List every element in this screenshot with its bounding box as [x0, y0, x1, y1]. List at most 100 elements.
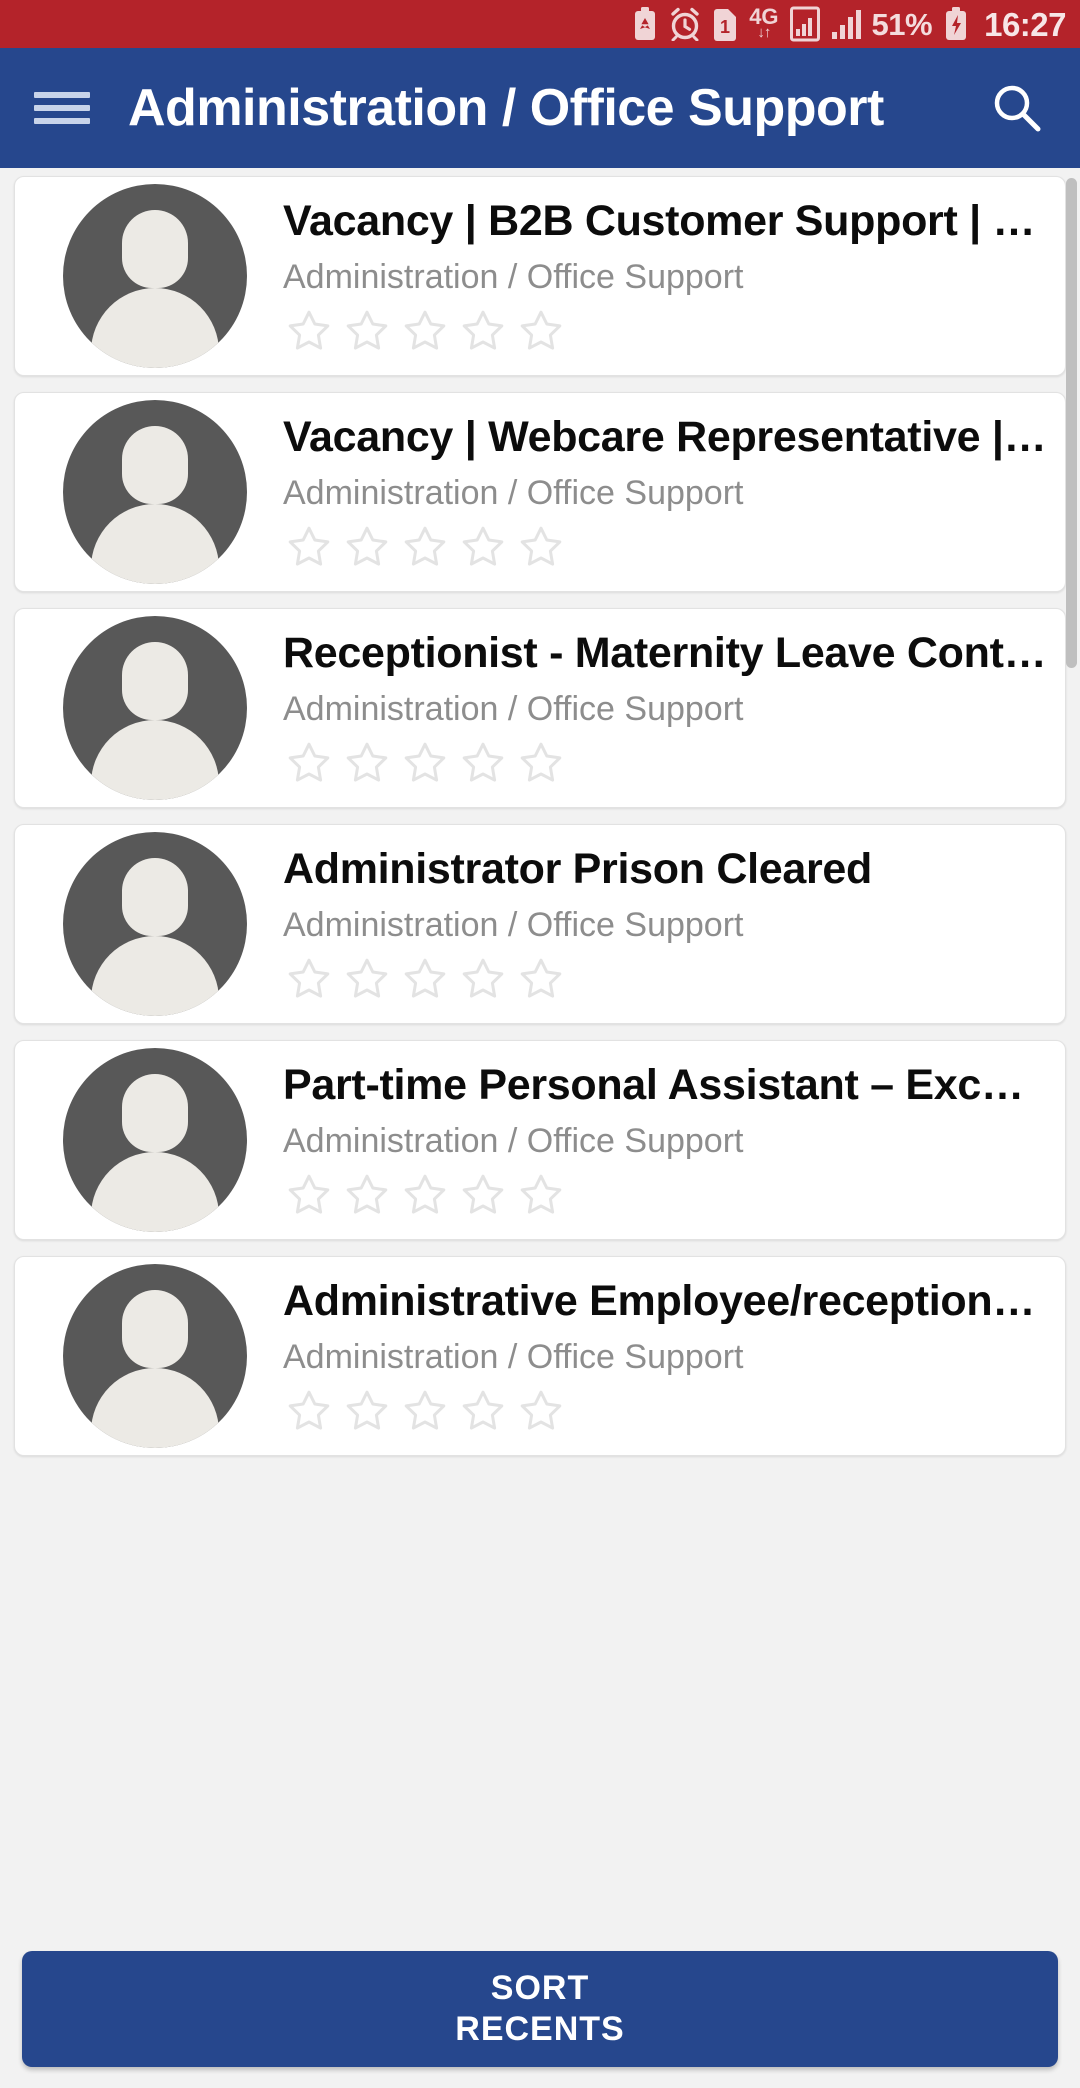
hamburger-bar-3: [34, 118, 90, 124]
rating-star[interactable]: [285, 523, 333, 571]
avatar-head: [122, 426, 188, 504]
bottom-bar: SORT RECENTS: [0, 1930, 1080, 2088]
rating-star[interactable]: [285, 739, 333, 787]
job-category: Administration / Office Support: [283, 258, 744, 297]
sim-card-1-icon: 1: [712, 7, 738, 41]
hamburger-menu-icon[interactable]: [34, 86, 90, 130]
rating-star[interactable]: [459, 307, 507, 355]
job-list-item[interactable]: Vacancy | Webcare Representative |… Admin…: [14, 392, 1066, 592]
job-category: Administration / Office Support: [283, 1338, 744, 1377]
job-list-item[interactable]: Receptionist - Maternity Leave Contr… Adm…: [14, 608, 1066, 808]
avatar-head: [122, 1290, 188, 1368]
avatar-body: [91, 936, 219, 1016]
rating-star[interactable]: [517, 1171, 565, 1219]
hamburger-bar-1: [34, 92, 90, 98]
avatar-head: [122, 1074, 188, 1152]
job-list-item[interactable]: Administrator Prison Cleared Administrati…: [14, 824, 1066, 1024]
job-card-body: Vacancy | Webcare Representative |… Admin…: [247, 413, 1065, 572]
rating-stars[interactable]: [285, 307, 1047, 355]
job-category: Administration / Office Support: [283, 906, 744, 945]
list-scrollbar[interactable]: [1066, 178, 1077, 668]
rating-star[interactable]: [285, 955, 333, 1003]
rating-star[interactable]: [343, 307, 391, 355]
job-list-item[interactable]: Vacancy | B2B Customer Support | S… Admin…: [14, 176, 1066, 376]
rating-star[interactable]: [517, 307, 565, 355]
job-card-body: Part-time Personal Assistant – Excel… Adm…: [247, 1061, 1065, 1220]
network-4g-icon: 4G ↓↑: [749, 4, 779, 41]
signal-bars-sim1-icon: [789, 6, 820, 42]
avatar-body: [91, 1152, 219, 1232]
avatar-body: [91, 504, 219, 584]
rating-star[interactable]: [459, 523, 507, 571]
rating-star[interactable]: [459, 739, 507, 787]
rating-star[interactable]: [285, 307, 333, 355]
rating-stars[interactable]: [285, 1387, 1047, 1435]
job-title: Administrator Prison Cleared: [283, 844, 872, 893]
rating-star[interactable]: [401, 307, 449, 355]
rating-star[interactable]: [459, 1171, 507, 1219]
person-placeholder-avatar: [63, 1048, 247, 1232]
rating-star[interactable]: [401, 523, 449, 571]
rating-star[interactable]: [517, 955, 565, 1003]
rating-star[interactable]: [285, 1171, 333, 1219]
svg-text:1: 1: [720, 17, 730, 37]
job-category: Administration / Office Support: [283, 474, 744, 513]
rating-star[interactable]: [343, 739, 391, 787]
person-placeholder-avatar: [63, 400, 247, 584]
avatar-head: [122, 858, 188, 936]
job-title: Part-time Personal Assistant – Excel…: [283, 1060, 1047, 1109]
rating-star[interactable]: [459, 1387, 507, 1435]
rating-stars[interactable]: [285, 1171, 1047, 1219]
rating-star[interactable]: [343, 955, 391, 1003]
job-category: Administration / Office Support: [283, 1122, 744, 1161]
clock-time: 16:27: [984, 5, 1066, 43]
battery-saver-icon: [632, 7, 658, 41]
person-placeholder-avatar: [63, 184, 247, 368]
avatar-head: [122, 642, 188, 720]
rating-star[interactable]: [343, 523, 391, 571]
battery-charging-icon: [943, 7, 969, 41]
person-placeholder-avatar: [63, 832, 247, 1016]
job-card-body: Administrative Employee/receptionis… Admi…: [247, 1277, 1065, 1436]
signal-bars-sim2-icon: [831, 7, 861, 41]
battery-percentage: 51%: [871, 6, 933, 42]
rating-star[interactable]: [401, 955, 449, 1003]
avatar-body: [91, 720, 219, 800]
rating-star[interactable]: [517, 1387, 565, 1435]
rating-star[interactable]: [401, 739, 449, 787]
sort-button-line2: RECENTS: [455, 2010, 625, 2048]
rating-star[interactable]: [343, 1171, 391, 1219]
app-bar: Administration / Office Support: [0, 48, 1080, 168]
rating-star[interactable]: [401, 1387, 449, 1435]
job-card-body: Vacancy | B2B Customer Support | S… Admin…: [247, 197, 1065, 356]
job-list[interactable]: Vacancy | B2B Customer Support | S… Admin…: [0, 168, 1080, 1930]
rating-star[interactable]: [459, 955, 507, 1003]
person-placeholder-avatar: [63, 616, 247, 800]
job-card-body: Administrator Prison Cleared Administrati…: [247, 845, 1065, 1004]
rating-star[interactable]: [517, 739, 565, 787]
job-card-body: Receptionist - Maternity Leave Contr… Adm…: [247, 629, 1065, 788]
job-list-item[interactable]: Administrative Employee/receptionis… Admi…: [14, 1256, 1066, 1456]
rating-star[interactable]: [517, 523, 565, 571]
job-title: Administrative Employee/receptionis…: [283, 1276, 1047, 1325]
rating-stars[interactable]: [285, 739, 1047, 787]
avatar-body: [91, 1368, 219, 1448]
job-title: Vacancy | B2B Customer Support | S…: [283, 196, 1047, 245]
alarm-clock-icon: [669, 7, 701, 41]
person-placeholder-avatar: [63, 1264, 247, 1448]
hamburger-bar-2: [34, 105, 90, 111]
job-title: Vacancy | Webcare Representative |…: [283, 412, 1047, 461]
job-list-item[interactable]: Part-time Personal Assistant – Excel… Adm…: [14, 1040, 1066, 1240]
rating-star[interactable]: [285, 1387, 333, 1435]
rating-stars[interactable]: [285, 523, 1047, 571]
search-icon[interactable]: [982, 73, 1052, 143]
rating-stars[interactable]: [285, 955, 1047, 1003]
rating-star[interactable]: [343, 1387, 391, 1435]
sort-recents-button[interactable]: SORT RECENTS: [22, 1951, 1058, 2067]
sort-button-line1: SORT: [490, 1968, 590, 2007]
avatar-head: [122, 210, 188, 288]
avatar-body: [91, 288, 219, 368]
job-category: Administration / Office Support: [283, 690, 744, 729]
page-title: Administration / Office Support: [128, 79, 884, 137]
rating-star[interactable]: [401, 1171, 449, 1219]
